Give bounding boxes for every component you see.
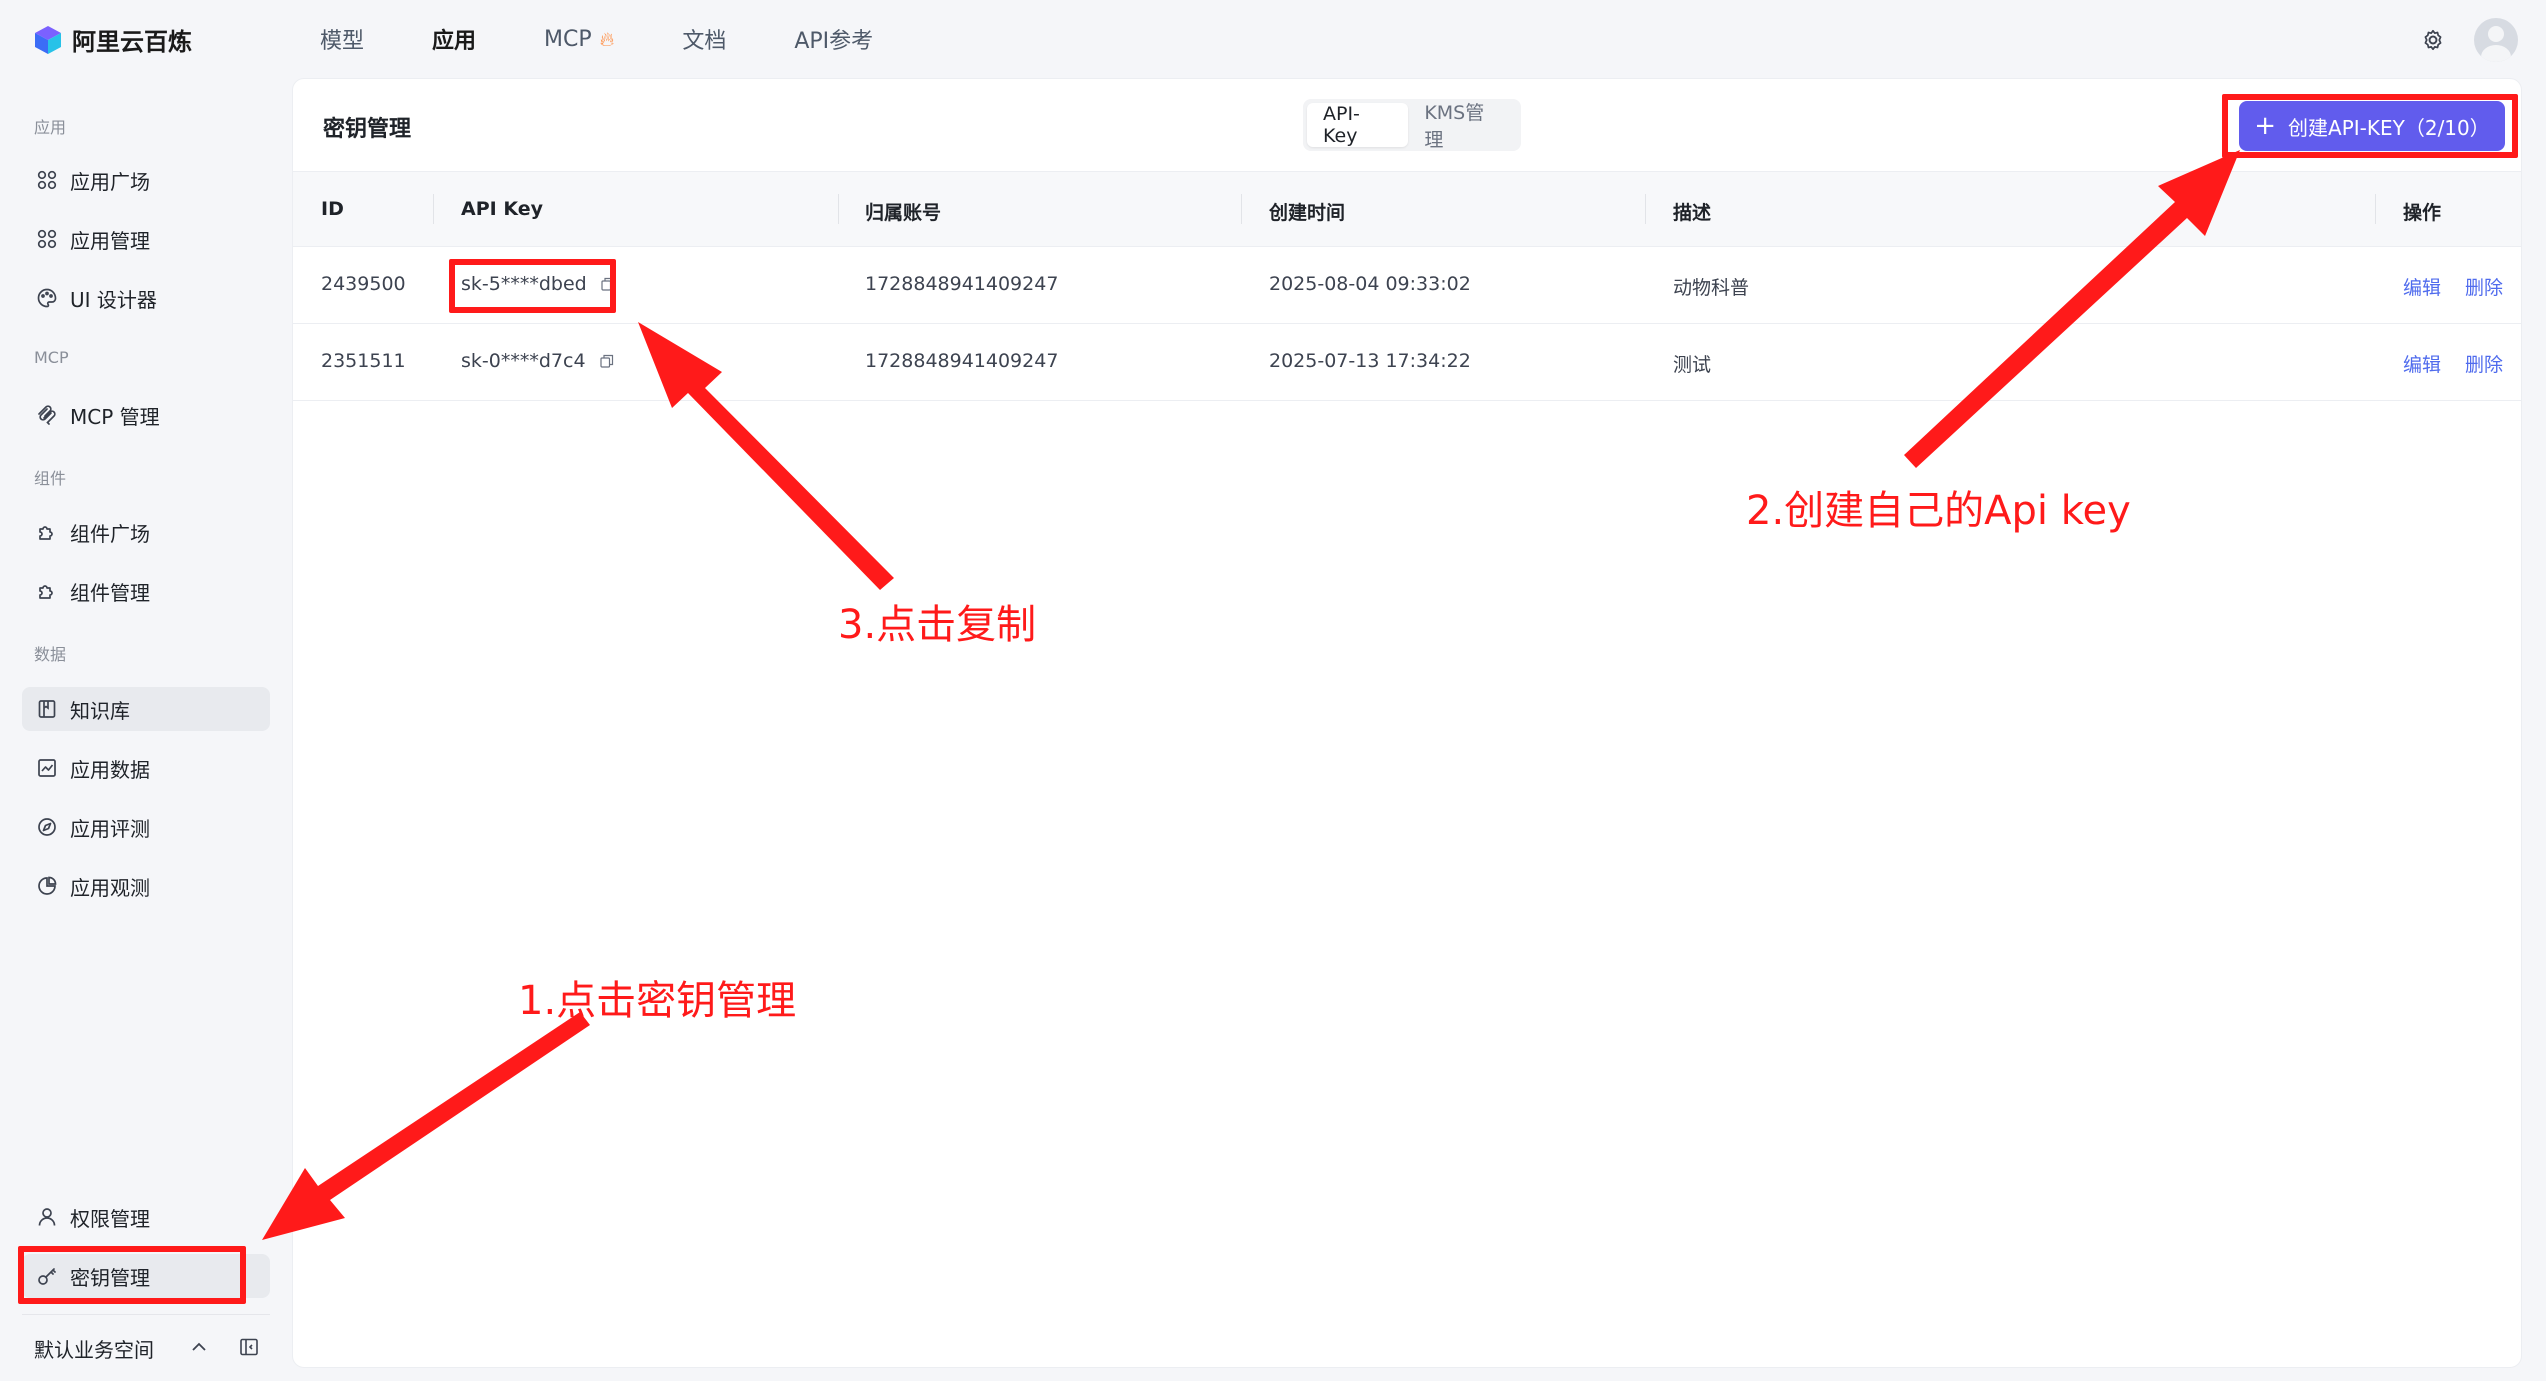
- sidebar-item-label: 组件广场: [70, 521, 150, 546]
- workspace-switcher[interactable]: 默认业务空间: [34, 1328, 274, 1368]
- sidebar-item-app-square[interactable]: 应用广场: [22, 158, 270, 202]
- column-header-id: ID: [321, 198, 344, 220]
- delete-link[interactable]: 删除: [2465, 273, 2503, 300]
- section-mcp: MCP: [34, 348, 69, 367]
- sidebar-item-label: 应用评测: [70, 816, 150, 841]
- sidebar-item-label: 权限管理: [70, 1206, 150, 1231]
- pie-icon: [36, 875, 58, 897]
- highlight-key-management: [18, 1246, 246, 1304]
- nav-api-reference[interactable]: API参考: [794, 23, 873, 55]
- column-divider: [1645, 194, 1646, 224]
- sidebar-item-mcp-management[interactable]: MCP 管理: [22, 393, 270, 437]
- cell-id: 2439500: [321, 273, 406, 295]
- column-divider: [1241, 194, 1242, 224]
- nav-docs[interactable]: 文档: [682, 23, 726, 55]
- sidebar-item-label: 应用观测: [70, 875, 150, 900]
- sidebar-item-label: 应用管理: [70, 228, 150, 253]
- collapse-sidebar-icon[interactable]: [238, 1336, 260, 1358]
- sidebar-item-component-management[interactable]: 组件管理: [22, 569, 270, 613]
- tab-kms[interactable]: KMS管理: [1408, 102, 1517, 151]
- table-header: ID API Key 归属账号 创建时间 描述 操作: [293, 171, 2521, 247]
- section-data: 数据: [34, 645, 67, 664]
- api-key-value: sk-0****d7c4: [461, 350, 586, 372]
- puzzle-icon: [36, 580, 58, 602]
- column-header-actions: 操作: [2403, 202, 2442, 224]
- cell-created: 2025-08-04 09:33:02: [1269, 273, 1471, 295]
- delete-link[interactable]: 删除: [2465, 350, 2503, 377]
- column-header-created: 创建时间: [1269, 202, 1346, 224]
- puzzle-icon: [36, 521, 58, 543]
- cell-account: 1728848941409247: [865, 273, 1059, 295]
- palette-icon: [36, 287, 58, 309]
- highlight-copy-key: [449, 259, 616, 313]
- user-icon: [36, 1206, 58, 1228]
- table-row: 2439500 sk-5****dbed 1728848941409247 20…: [293, 247, 2521, 324]
- sidebar-item-label: 知识库: [70, 698, 130, 723]
- sidebar-item-label: UI 设计器: [70, 287, 157, 312]
- sidebar-item-label: 应用广场: [70, 169, 150, 194]
- section-component: 组件: [34, 469, 67, 488]
- mcp-icon: [36, 404, 58, 426]
- column-divider: [433, 194, 434, 224]
- page-title: 密钥管理: [323, 117, 412, 142]
- copy-icon[interactable]: [599, 354, 614, 368]
- sidebar-item-label: 应用数据: [70, 757, 150, 782]
- sidebar-item-app-observation[interactable]: 应用观测: [22, 864, 270, 908]
- book-icon: [36, 698, 58, 720]
- sidebar-item-label: MCP 管理: [70, 404, 160, 429]
- grid-icon: [36, 228, 58, 250]
- column-header-api-key: API Key: [461, 198, 543, 220]
- sidebar-item-permissions[interactable]: 权限管理: [22, 1195, 270, 1239]
- annotation-step-3: 3.点击复制: [838, 602, 1037, 648]
- sidebar-item-app-data[interactable]: 应用数据: [22, 746, 270, 790]
- column-header-account: 归属账号: [865, 202, 942, 224]
- annotation-step-2: 2.创建自己的Api key: [1746, 488, 2131, 534]
- sidebar-item-component-square[interactable]: 组件广场: [22, 510, 270, 554]
- sidebar-item-app-evaluation[interactable]: 应用评测: [22, 805, 270, 849]
- chevron-up-icon[interactable]: [188, 1336, 210, 1358]
- top-right-actions: [2420, 18, 2518, 62]
- nav-mcp-label: MCP: [544, 26, 592, 52]
- top-nav: 模型 应用 MCP 🔥︎ 文档 API参考: [320, 0, 941, 78]
- edit-link[interactable]: 编辑: [2403, 350, 2441, 377]
- chart-icon: [36, 757, 58, 779]
- sidebar-item-knowledge-base[interactable]: 知识库: [22, 687, 270, 731]
- workspace-name: 默认业务空间: [34, 1337, 154, 1362]
- top-bar: 阿里云百炼 模型 应用 MCP 🔥︎ 文档 API参考: [0, 0, 2546, 78]
- sidebar-item-ui-designer[interactable]: UI 设计器: [22, 276, 270, 320]
- sidebar-item-app-management[interactable]: 应用管理: [22, 217, 270, 261]
- tab-api-key[interactable]: API-Key: [1307, 103, 1409, 147]
- table-row: 2351511 sk-0****d7c4 1728848941409247 20…: [293, 324, 2521, 401]
- brand-logo[interactable]: 阿里云百炼: [32, 22, 192, 57]
- cell-id: 2351511: [321, 350, 406, 372]
- column-header-description: 描述: [1673, 202, 1712, 224]
- sidebar-item-label: 组件管理: [70, 580, 150, 605]
- cell-account: 1728848941409247: [865, 350, 1059, 372]
- cell-api-key: sk-0****d7c4: [461, 350, 614, 372]
- logo-icon: [35, 25, 61, 54]
- avatar[interactable]: [2474, 18, 2518, 62]
- key-type-tabs: API-Key KMS管理: [1303, 99, 1521, 151]
- flame-icon: 🔥︎: [599, 27, 615, 51]
- nav-mcp[interactable]: MCP 🔥︎: [544, 27, 614, 52]
- cell-created: 2025-07-13 17:34:22: [1269, 350, 1471, 372]
- section-app: 应用: [34, 118, 67, 137]
- cell-description: 动物科普: [1673, 277, 1750, 299]
- main-panel: 密钥管理 API-Key KMS管理 + 创建API-KEY（2/10） ID …: [292, 78, 2522, 1368]
- column-divider: [838, 194, 839, 224]
- compass-icon: [36, 816, 58, 838]
- nav-apps[interactable]: 应用: [432, 23, 476, 55]
- sidebar-divider: [22, 1314, 270, 1315]
- annotation-step-1: 1.点击密钥管理: [518, 978, 797, 1024]
- grid-icon: [36, 169, 58, 191]
- cell-description: 测试: [1673, 354, 1712, 376]
- edit-link[interactable]: 编辑: [2403, 273, 2441, 300]
- gear-icon[interactable]: [2420, 27, 2446, 53]
- column-divider: [2375, 194, 2376, 224]
- sidebar: 应用 应用广场 应用管理 UI 设计器 MCP MCP 管理 组件 组件广场 组…: [0, 78, 290, 1381]
- brand-name: 阿里云百炼: [72, 28, 192, 56]
- highlight-create-button: [2222, 94, 2518, 158]
- nav-models[interactable]: 模型: [320, 23, 364, 55]
